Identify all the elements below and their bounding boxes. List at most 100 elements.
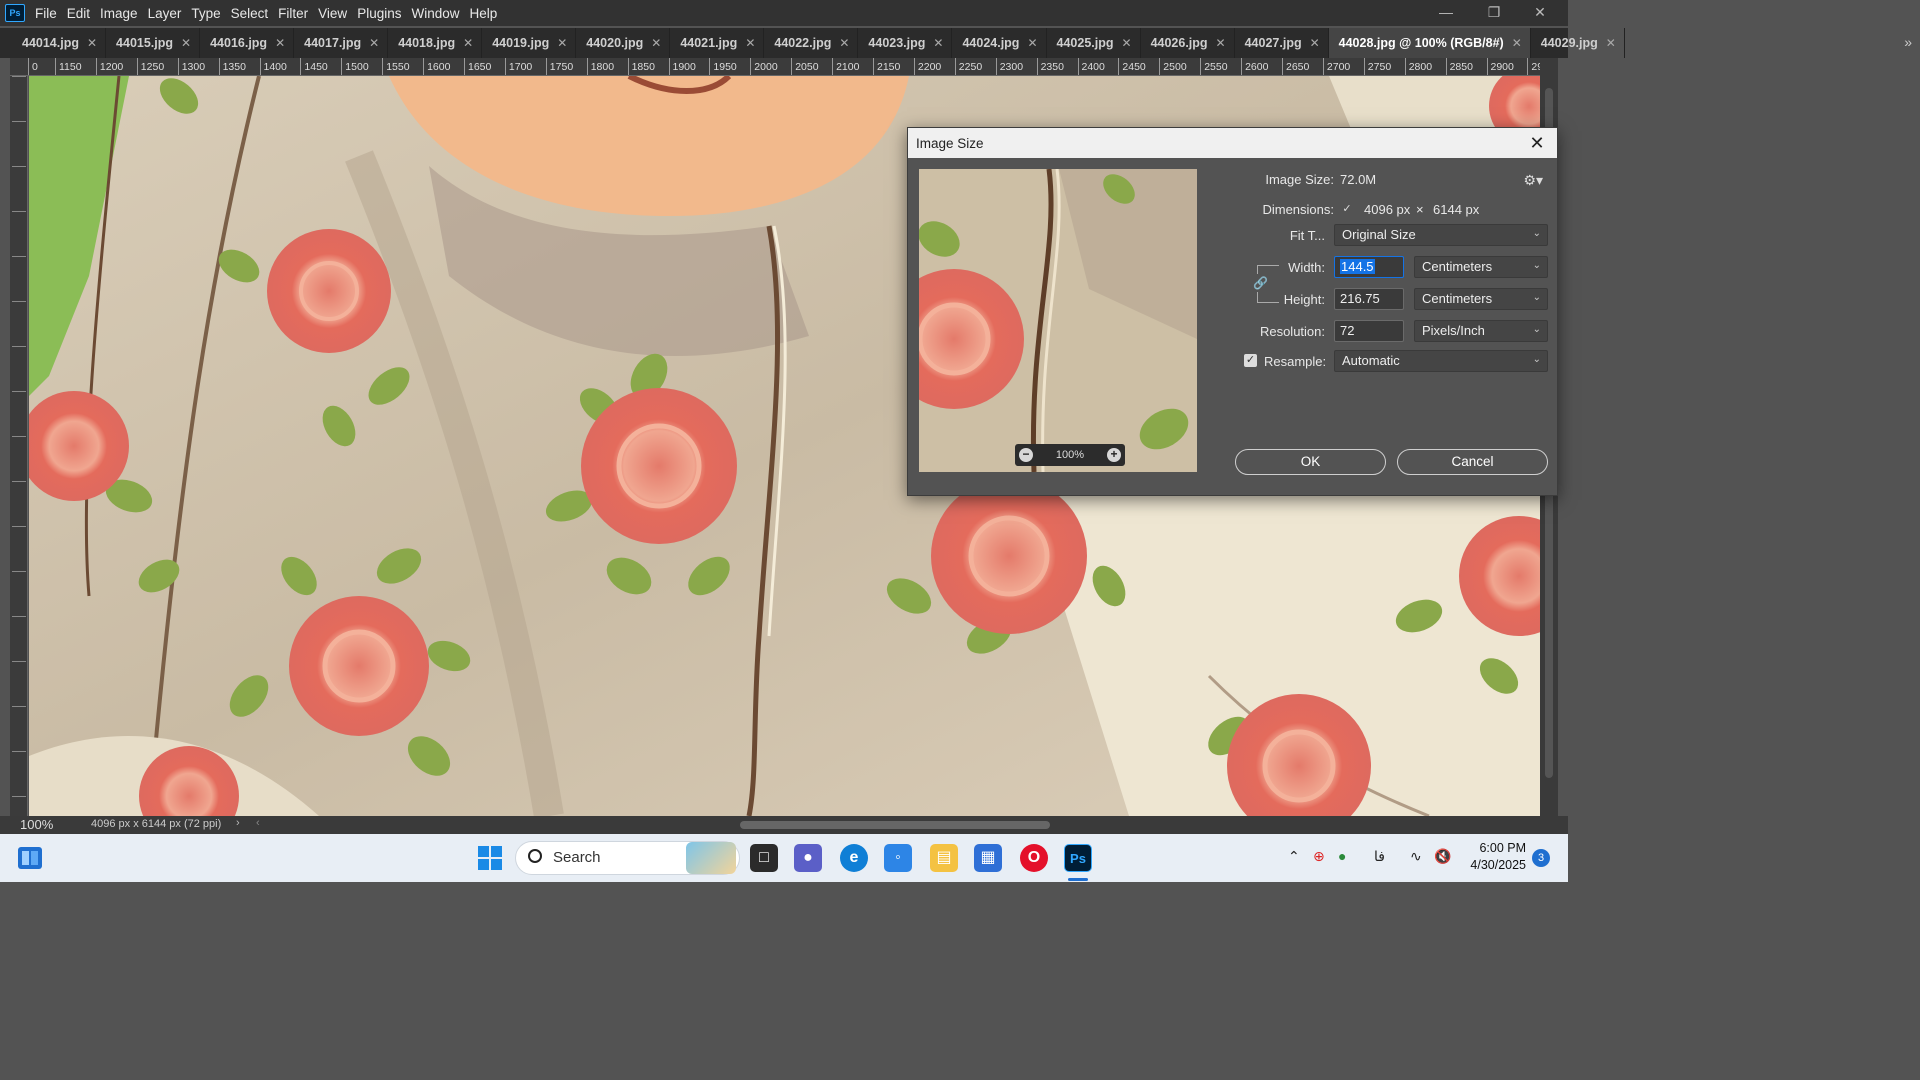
- height-unit-dropdown[interactable]: Centimeters ⌄: [1414, 288, 1548, 310]
- menu-help[interactable]: Help: [469, 6, 506, 21]
- zoom-in-icon[interactable]: +: [1106, 448, 1121, 462]
- resample-value: Automatic: [1342, 353, 1400, 368]
- menu-file[interactable]: File: [35, 6, 66, 21]
- ruler-tick-mark: [12, 319, 26, 328]
- start-menu-icon[interactable]: [476, 844, 504, 872]
- tab-label: 44028.jpg @ 100% (RGB/8#): [1338, 36, 1504, 50]
- input-language[interactable]: فا: [1374, 848, 1385, 865]
- tab-close-icon[interactable]: ✕: [839, 36, 849, 50]
- menu-type[interactable]: Type: [191, 6, 229, 21]
- height-input[interactable]: 216.75: [1334, 288, 1404, 310]
- menu-layer[interactable]: Layer: [148, 6, 191, 21]
- restore-icon[interactable]: ❐: [1482, 3, 1506, 23]
- window-close-icon[interactable]: ✕: [1528, 3, 1552, 23]
- tab-close-icon[interactable]: ✕: [1122, 36, 1132, 50]
- tab-1[interactable]: 44015.jpg ✕: [106, 28, 201, 58]
- dimensions-unit-chevron-icon[interactable]: ✓: [1340, 202, 1354, 216]
- menu-filter[interactable]: Filter: [278, 6, 317, 21]
- wifi-icon[interactable]: ∿: [1410, 848, 1422, 865]
- ruler-tick-label: 2200: [913, 58, 941, 75]
- tab-close-icon[interactable]: ✕: [181, 36, 191, 50]
- clock-date[interactable]: 4/30/2025: [1446, 858, 1526, 872]
- clock-time[interactable]: 6:00 PM: [1466, 841, 1526, 855]
- tab-13[interactable]: 44027.jpg ✕: [1235, 28, 1329, 58]
- resolution-input[interactable]: 72: [1334, 320, 1404, 342]
- tab-label: 44015.jpg: [116, 36, 174, 50]
- tab-12[interactable]: 44026.jpg ✕: [1141, 28, 1235, 58]
- menu-image[interactable]: Image: [100, 6, 147, 21]
- tab-close-icon[interactable]: ✕: [933, 36, 943, 50]
- ruler-tick-mark: [12, 526, 26, 535]
- search-highlights-icon[interactable]: [686, 842, 736, 874]
- resample-dropdown[interactable]: Automatic ⌄: [1334, 350, 1548, 372]
- zoom-level-field[interactable]: 100%: [20, 817, 53, 832]
- vpn-tray-icon[interactable]: ⊕: [1313, 848, 1325, 865]
- minimize-icon[interactable]: —: [1434, 3, 1458, 23]
- tab-8[interactable]: 44022.jpg ✕: [764, 28, 859, 58]
- tab-close-icon[interactable]: ✕: [1310, 36, 1320, 50]
- ruler-tick-label: 2150: [873, 58, 900, 75]
- ruler-tick-mark: [12, 166, 26, 175]
- tab-close-icon[interactable]: ✕: [1606, 36, 1616, 50]
- tab-close-icon[interactable]: ✕: [1027, 36, 1037, 50]
- link-icon[interactable]: 🔗: [1253, 274, 1268, 292]
- tab-15[interactable]: 44029.jpg ✕: [1531, 28, 1625, 58]
- edge-browser-icon[interactable]: e: [840, 844, 868, 872]
- document-info: 4096 px x 6144 px (72 ppi): [91, 818, 222, 830]
- width-unit-dropdown[interactable]: Centimeters ⌄: [1414, 256, 1548, 278]
- image-preview[interactable]: − 100% +: [919, 169, 1197, 472]
- scroll-left-icon[interactable]: ‹: [256, 817, 260, 829]
- menu-window[interactable]: Window: [411, 6, 468, 21]
- tab-close-icon[interactable]: ✕: [275, 36, 285, 50]
- tab-2[interactable]: 44016.jpg ✕: [200, 28, 295, 58]
- tab-close-icon[interactable]: ✕: [1216, 36, 1226, 50]
- tray-overflow-icon[interactable]: ⌃: [1288, 848, 1300, 865]
- tabs-overflow-icon[interactable]: »: [1904, 34, 1912, 50]
- tab-close-icon[interactable]: ✕: [557, 36, 567, 50]
- status-menu-icon[interactable]: ›: [236, 817, 240, 829]
- menu-edit[interactable]: Edit: [67, 6, 99, 21]
- resolution-unit-dropdown[interactable]: Pixels/Inch ⌄: [1414, 320, 1548, 342]
- widgets-icon[interactable]: [16, 844, 44, 872]
- fit-to-value: Original Size: [1342, 227, 1416, 242]
- gear-icon[interactable]: ⚙▾: [1523, 172, 1543, 189]
- dialog-close-icon[interactable]: ✕: [1527, 132, 1547, 154]
- tab-14[interactable]: 44028.jpg @ 100% (RGB/8#) ✕: [1328, 28, 1531, 58]
- notification-badge[interactable]: 3: [1532, 849, 1550, 867]
- menu-view[interactable]: View: [318, 6, 356, 21]
- tab-close-icon[interactable]: ✕: [1512, 36, 1522, 50]
- tab-10[interactable]: 44024.jpg ✕: [952, 28, 1047, 58]
- tab-close-icon[interactable]: ✕: [463, 36, 473, 50]
- menu-plugins[interactable]: Plugins: [357, 6, 410, 21]
- tab-5[interactable]: 44019.jpg ✕: [482, 28, 577, 58]
- microsoft-store-icon[interactable]: ▦: [974, 844, 1002, 872]
- tab-close-icon[interactable]: ✕: [651, 36, 661, 50]
- tab-11[interactable]: 44025.jpg ✕: [1047, 28, 1141, 58]
- network-globe-tray-icon[interactable]: ●: [1338, 848, 1346, 864]
- snipping-tool-icon[interactable]: ◦: [884, 844, 912, 872]
- tab-close-icon[interactable]: ✕: [369, 36, 379, 50]
- width-input[interactable]: 144.5: [1334, 256, 1404, 278]
- tab-close-icon[interactable]: ✕: [745, 36, 755, 50]
- tab-0[interactable]: 44014.jpg ✕: [12, 28, 107, 58]
- opera-browser-icon[interactable]: O: [1020, 844, 1048, 872]
- tab-6[interactable]: 44020.jpg ✕: [576, 28, 671, 58]
- file-explorer-icon[interactable]: ▤: [930, 844, 958, 872]
- width-unit-value: Centimeters: [1422, 259, 1493, 274]
- teams-chat-icon[interactable]: ●: [794, 844, 822, 872]
- tab-close-icon[interactable]: ✕: [87, 36, 97, 50]
- zoom-out-icon[interactable]: −: [1019, 448, 1033, 462]
- tab-4[interactable]: 44018.jpg ✕: [388, 28, 483, 58]
- fit-to-dropdown[interactable]: Original Size ⌄: [1334, 224, 1548, 246]
- tab-3[interactable]: 44017.jpg ✕: [294, 28, 389, 58]
- task-view-icon[interactable]: □: [750, 844, 778, 872]
- horizontal-scroll-thumb[interactable]: [740, 821, 1050, 829]
- resample-checkbox[interactable]: ✓: [1244, 354, 1257, 367]
- ok-button[interactable]: OK: [1235, 449, 1386, 475]
- tab-7[interactable]: 44021.jpg ✕: [670, 28, 765, 58]
- tab-9[interactable]: 44023.jpg ✕: [858, 28, 953, 58]
- photoshop-taskbar-icon[interactable]: Ps: [1064, 844, 1092, 872]
- cancel-button[interactable]: Cancel: [1397, 449, 1548, 475]
- menu-select[interactable]: Select: [231, 6, 278, 21]
- ruler-tick-mark: [12, 481, 26, 490]
